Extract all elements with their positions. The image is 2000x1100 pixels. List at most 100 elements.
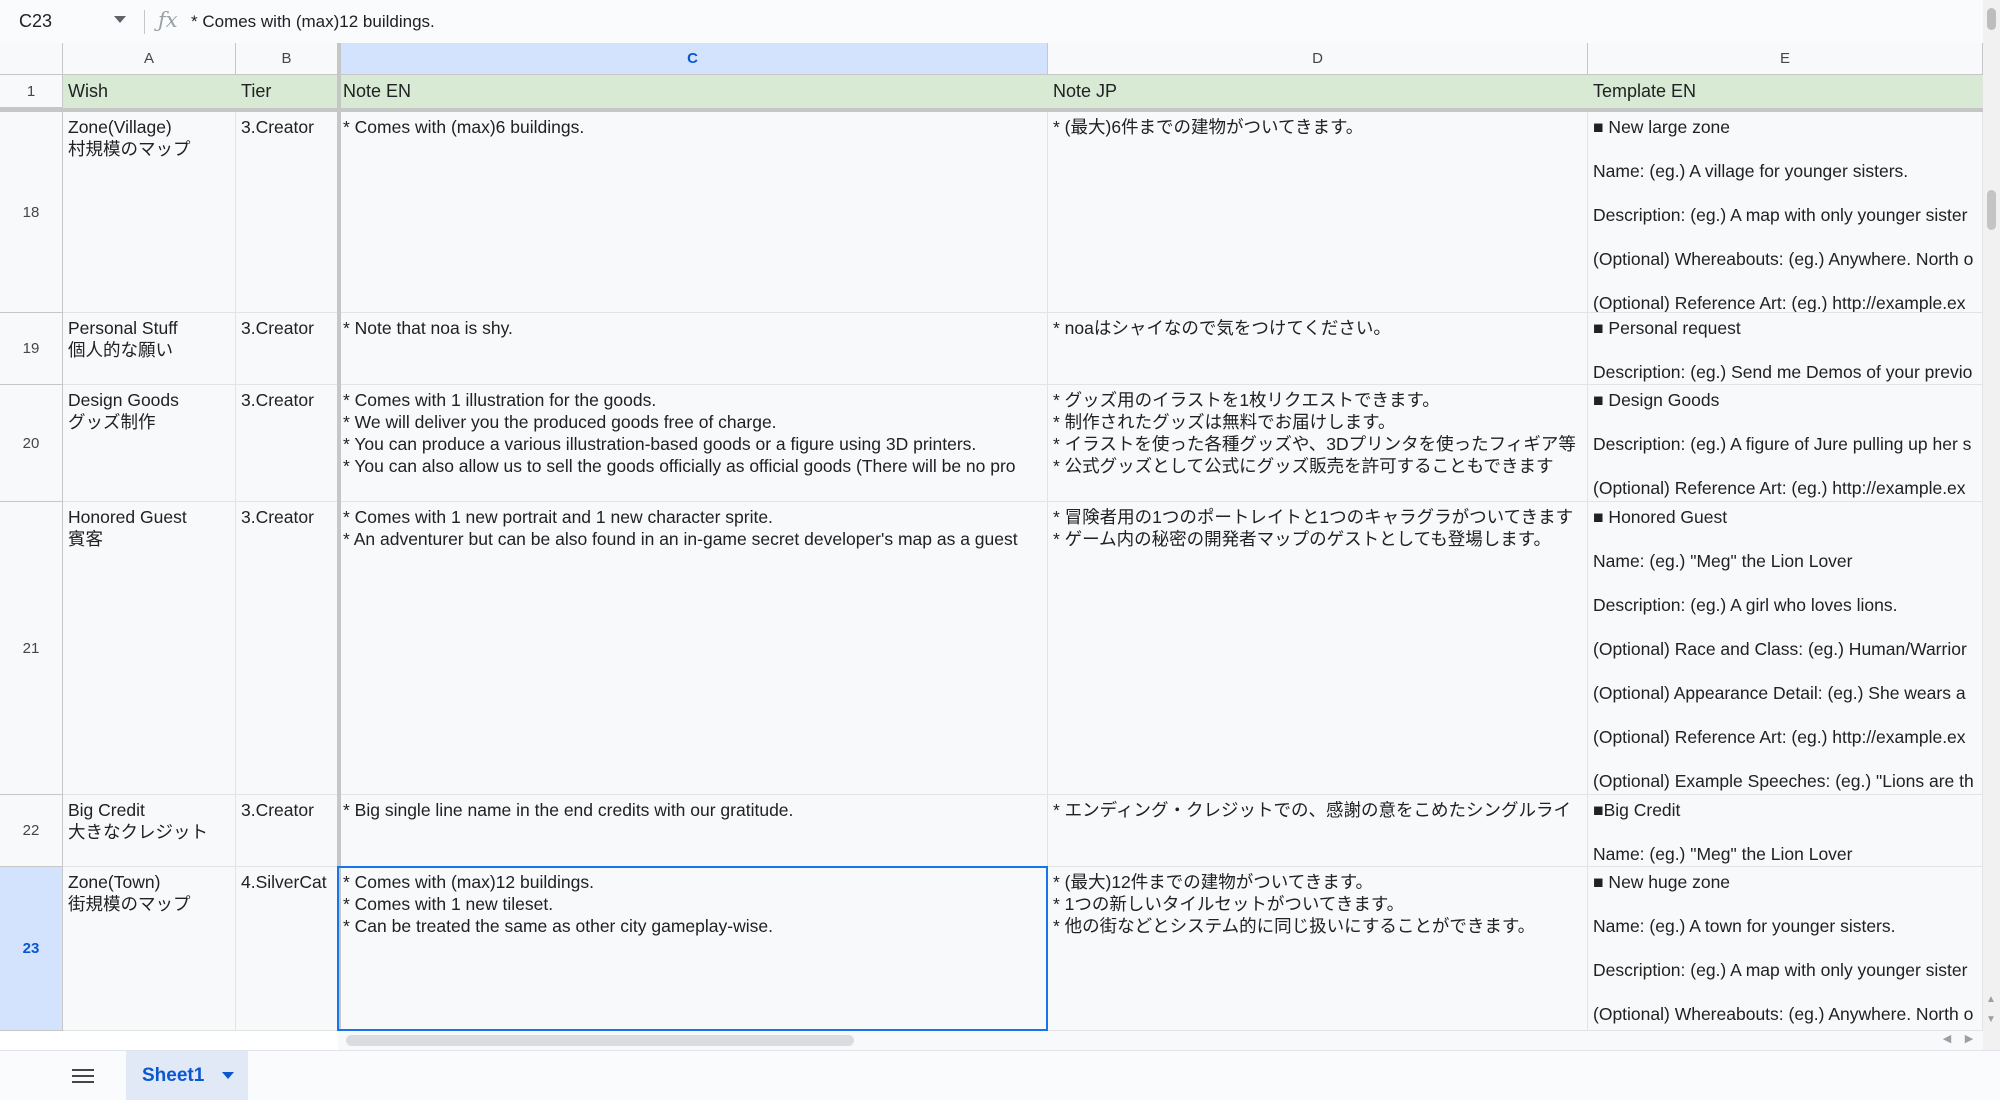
cell-d19[interactable]: * noaはシャイなので気をつけてください。 (1048, 313, 1588, 385)
cell-e20[interactable]: ■ Design Goods Description: (eg.) A figur… (1588, 385, 1983, 502)
cell-c22[interactable]: * Big single line name in the end credit… (338, 795, 1048, 867)
template-en-line: Name: (eg.) A town for younger sisters. (1593, 916, 1896, 936)
cell-d20[interactable]: * グッズ用のイラストを1枚リクエストできます。 * 制作されたグッズは無料でお届… (1048, 385, 1588, 502)
header-cell-e[interactable]: Template EN (1588, 75, 1983, 108)
cell-d18[interactable]: * (最大)6件までの建物がついてきます。 (1048, 112, 1588, 313)
template-en-line: ■ Design Goods (1593, 390, 1720, 410)
cell-c19[interactable]: * Note that noa is shy. (338, 313, 1048, 385)
template-en-line: Description: (eg.) A map with only young… (1593, 205, 1968, 225)
template-en-line: Description: (eg.) A map with only young… (1593, 960, 1968, 980)
row-header-19[interactable]: 19 (0, 313, 63, 385)
cell-b23[interactable]: 4.SilverCat (236, 867, 338, 1031)
cell-a21[interactable]: Honored Guest 賓客 (63, 502, 236, 795)
template-en-line: ■ Personal request (1593, 318, 1741, 338)
sheet-bar: Sheet1 (0, 1050, 2000, 1100)
note-en-line: * Note that noa is shy. (343, 318, 513, 338)
header-cell-a[interactable]: Wish (63, 75, 236, 108)
tier-value: 3.Creator (241, 390, 314, 410)
header-cell-c[interactable]: Note EN (338, 75, 1048, 108)
formula-bar: C23 ƒx * Comes with (max)12 buildings. (0, 0, 2000, 44)
cell-d21[interactable]: * 冒険者用の1つのポートレイトと1つのキャラグラがついてきます * ゲーム内の秘… (1048, 502, 1588, 795)
wish-line: 街規模のマップ (68, 894, 191, 914)
scroll-right-arrow-icon[interactable]: ▶ (1962, 1032, 1976, 1048)
select-all-corner[interactable] (0, 43, 63, 75)
cell-a23[interactable]: Zone(Town) 街規模のマップ (63, 867, 236, 1031)
cell-e23[interactable]: ■ New huge zone Name: (eg.) A town for yo… (1588, 867, 1983, 1031)
frozen-rows-divider[interactable] (0, 108, 1983, 112)
note-jp-line: * エンディング・クレジットでの、感謝の意をこめたシングルライ (1053, 800, 1571, 820)
cell-d22[interactable]: * エンディング・クレジットでの、感謝の意をこめたシングルライ (1048, 795, 1588, 867)
sheet-tab-sheet1[interactable]: Sheet1 (126, 1051, 248, 1100)
template-en-line: ■Big Credit (1593, 800, 1681, 820)
template-en-line: ■ New large zone (1593, 117, 1731, 137)
wish-line: Honored Guest (68, 507, 187, 527)
column-header-e[interactable]: E (1588, 43, 1983, 75)
note-jp-line: * 制作されたグッズは無料でお届けします。 (1053, 412, 1396, 432)
sheet-tab-dropdown-icon[interactable] (222, 1072, 234, 1079)
header-cell-d[interactable]: Note JP (1048, 75, 1588, 108)
vertical-scrollbar[interactable] (1983, 0, 2000, 1050)
note-en-line: * We will deliver you the produced goods… (343, 412, 777, 432)
cell-e19[interactable]: ■ Personal request Description: (eg.) Sen… (1588, 313, 1983, 385)
cell-e22[interactable]: ■Big Credit Name: (eg.) "Meg" the Lion Lo… (1588, 795, 1983, 867)
row-header-22[interactable]: 22 (0, 795, 63, 867)
template-en-line: Description: (eg.) A girl who loves lion… (1593, 595, 1898, 615)
cell-a22[interactable]: Big Credit 大きなクレジット (63, 795, 236, 867)
row-header-20[interactable]: 20 (0, 385, 63, 502)
cell-c21[interactable]: * Comes with 1 new portrait and 1 new ch… (338, 502, 1048, 795)
row-header-21[interactable]: 21 (0, 502, 63, 795)
scroll-down-arrow-icon[interactable]: ▼ (1986, 1014, 1998, 1025)
cell-a18[interactable]: Zone(Village) 村規模のマップ (63, 112, 236, 313)
wish-line: 村規模のマップ (68, 139, 191, 159)
all-sheets-menu-icon[interactable] (72, 1069, 94, 1085)
vertical-scrollbar-thumb-top[interactable] (1987, 8, 1996, 30)
cell-d23[interactable]: * (最大)12件までの建物がついてきます。 * 1つの新しいタイルセットがついて… (1048, 867, 1588, 1031)
name-box-value: C23 (19, 11, 53, 31)
note-jp-line: * 公式グッズとして公式にグッズ販売を許可することもできます (1053, 456, 1554, 476)
cell-b18[interactable]: 3.Creator (236, 112, 338, 313)
name-box-dropdown-icon[interactable] (114, 16, 126, 23)
frozen-columns-divider[interactable] (337, 43, 341, 1031)
template-en-line: (Optional) Reference Art: (eg.) http://e… (1593, 293, 1966, 313)
note-en-line: * An adventurer but can be also found in… (343, 529, 1018, 549)
template-en-line: (Optional) Appearance Detail: (eg.) She … (1593, 683, 1966, 703)
column-header-c[interactable]: C (338, 43, 1048, 75)
row-header-1[interactable]: 1 (0, 75, 63, 108)
cell-a20[interactable]: Design Goods グッズ制作 (63, 385, 236, 502)
wish-line: Big Credit (68, 800, 145, 820)
vertical-scrollbar-thumb[interactable] (1987, 190, 1996, 230)
scroll-left-arrow-icon[interactable]: ◀ (1940, 1032, 1954, 1048)
cell-c23[interactable]: * Comes with (max)12 buildings. * Comes w… (338, 867, 1048, 1031)
cell-e21[interactable]: ■ Honored Guest Name: (eg.) "Meg" the Lio… (1588, 502, 1983, 795)
tier-value: 4.SilverCat (241, 872, 327, 892)
cell-e18[interactable]: ■ New large zone Name: (eg.) A village fo… (1588, 112, 1983, 313)
scroll-up-arrow-icon[interactable]: ▲ (1986, 994, 1998, 1005)
template-en-line: Name: (eg.) "Meg" the Lion Lover (1593, 551, 1853, 571)
note-en-line: * Comes with (max)12 buildings. (343, 872, 594, 892)
cell-c18[interactable]: * Comes with (max)6 buildings. (338, 112, 1048, 313)
note-jp-line: * noaはシャイなので気をつけてください。 (1053, 318, 1391, 338)
column-header-a[interactable]: A (63, 43, 236, 75)
cell-a19[interactable]: Personal Stuff 個人的な願い (63, 313, 236, 385)
note-jp-line: * (最大)12件までの建物がついてきます。 (1053, 872, 1373, 892)
column-header-b[interactable]: B (236, 43, 338, 75)
note-en-line: * You can produce a various illustration… (343, 434, 977, 454)
wish-line: 賓客 (68, 529, 103, 549)
column-header-d[interactable]: D (1048, 43, 1588, 75)
cell-c20[interactable]: * Comes with 1 illustration for the good… (338, 385, 1048, 502)
cell-b20[interactable]: 3.Creator (236, 385, 338, 502)
fx-icon: ƒx (158, 8, 178, 32)
spreadsheet-grid[interactable]: A B C D E 1 Wish Tier Note EN Note JP Template EN 1… (0, 43, 1983, 1031)
row-header-23[interactable]: 23 (0, 867, 63, 1031)
header-cell-b[interactable]: Tier (236, 75, 338, 108)
formula-bar-divider (144, 10, 145, 34)
row-header-18[interactable]: 18 (0, 112, 63, 313)
formula-input[interactable]: * Comes with (max)12 buildings. (191, 0, 435, 43)
cell-b22[interactable]: 3.Creator (236, 795, 338, 867)
horizontal-scrollbar[interactable] (338, 1031, 1983, 1050)
cell-b19[interactable]: 3.Creator (236, 313, 338, 385)
horizontal-scrollbar-thumb[interactable] (346, 1035, 854, 1046)
cell-b21[interactable]: 3.Creator (236, 502, 338, 795)
tier-value: 3.Creator (241, 507, 314, 527)
note-jp-line: * ゲーム内の秘密の開発者マップのゲストとしても登場します。 (1053, 529, 1551, 549)
